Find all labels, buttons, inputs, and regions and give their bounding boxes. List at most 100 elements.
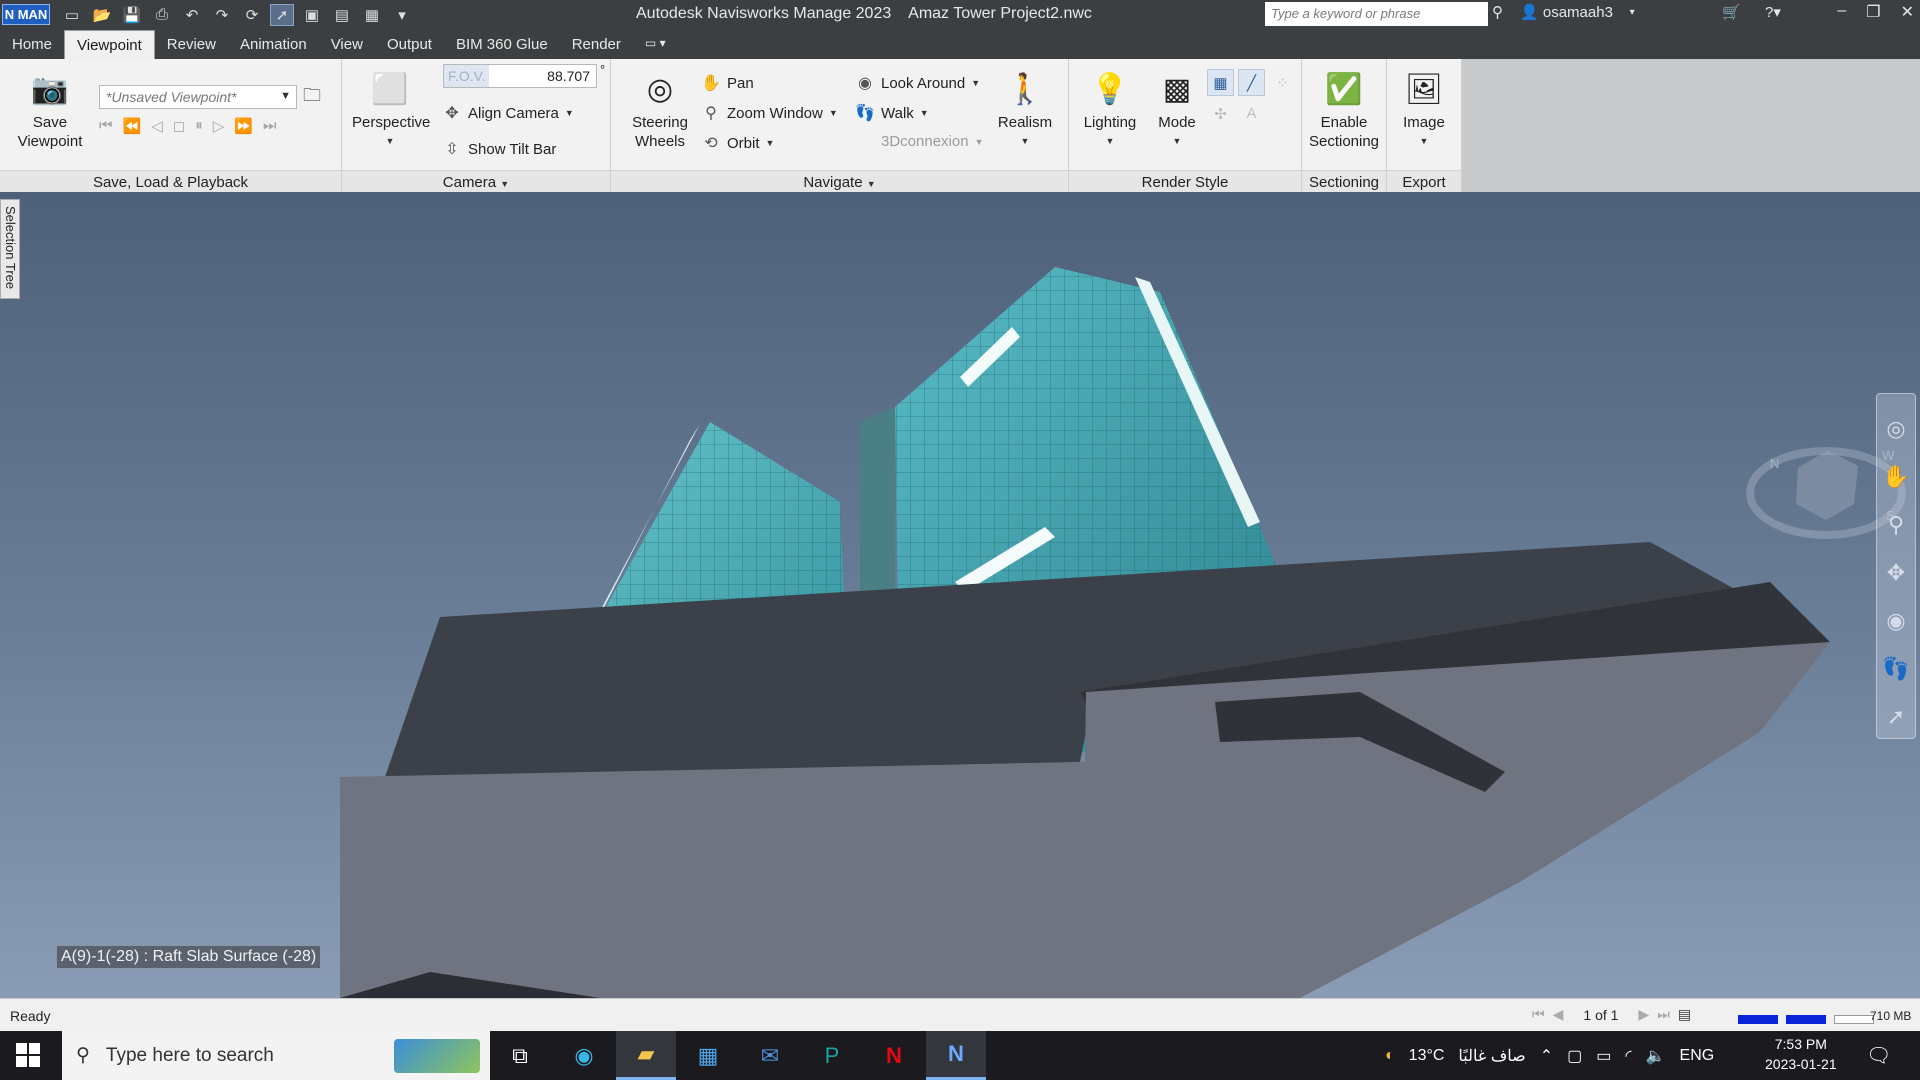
perspective-button[interactable]: ⬜ Perspective ▼ [352, 69, 430, 151]
battery-icon[interactable]: ▭ [1596, 1046, 1611, 1066]
tab-animation[interactable]: Animation [228, 30, 319, 59]
viewpoint-select[interactable]: *Unsaved Viewpoint* ▼ [99, 85, 297, 109]
walk-button[interactable]: 👣 Walk ▼ [855, 103, 929, 123]
image-export-button[interactable]: 🖼 Image ▼ [1391, 69, 1457, 151]
wifi-icon[interactable]: ◜ [1625, 1046, 1631, 1066]
search-input[interactable]: Type a keyword or phrase [1265, 2, 1488, 26]
align-camera-button[interactable]: ✥ Align Camera ▼ [442, 103, 574, 123]
steering-wheel-nav-icon[interactable]: ◎ [1886, 416, 1905, 442]
tab-viewpoint[interactable]: Viewpoint [64, 30, 155, 59]
tab-output[interactable]: Output [375, 30, 444, 59]
mode-button[interactable]: ▩ Mode ▼ [1149, 69, 1205, 151]
customize-qat-icon[interactable]: ▾ [390, 4, 414, 26]
surfaces-icon[interactable]: ▦ [1207, 69, 1234, 96]
3dconnexion-button[interactable]: 3Dconnexion ▼ [855, 133, 983, 150]
publisher-icon[interactable]: P [802, 1031, 862, 1080]
tab-render[interactable]: Render [560, 30, 633, 59]
play-icon[interactable]: ▷ [213, 117, 225, 135]
steering-wheels-button[interactable]: ◎ Steering Wheels [625, 69, 695, 151]
mail-icon[interactable]: ✉ [740, 1031, 800, 1080]
weather-temp[interactable]: 13°C [1409, 1047, 1445, 1065]
manage-viewpoints-icon[interactable]: 🗀 [303, 83, 321, 113]
walk-nav-icon[interactable]: 👣 [1882, 656, 1909, 682]
stop-icon[interactable]: ◻ [173, 117, 185, 135]
look-nav-icon[interactable]: ◉ [1886, 608, 1905, 634]
workspace-icon[interactable]: ▦ [360, 4, 384, 26]
show-tilt-bar-button[interactable]: ⇳ Show Tilt Bar [442, 139, 556, 159]
user-account[interactable]: 👤 osamaah3 ▾ [1520, 3, 1635, 22]
print-icon[interactable]: ⎙ [150, 4, 174, 26]
snap-points-icon[interactable]: ✣ [1207, 100, 1234, 127]
refresh-icon[interactable]: ⟳ [240, 4, 264, 26]
play-reverse-icon[interactable]: ◁ [151, 117, 163, 135]
redo-icon[interactable]: ↷ [210, 4, 234, 26]
edge-browser-icon[interactable]: ◉ [554, 1031, 614, 1080]
look-around-button[interactable]: ◉ Look Around ▼ [855, 73, 980, 93]
step-forward-icon[interactable]: ⏩ [234, 117, 253, 135]
undo-icon[interactable]: ↶ [180, 4, 204, 26]
save-icon[interactable]: 💾 [120, 4, 144, 26]
app-logo[interactable]: N MAN [2, 4, 50, 25]
zoom-window-button[interactable]: ⚲ Zoom Window ▼ [701, 103, 838, 123]
sheet-browser-icon[interactable]: ▤ [1678, 1006, 1691, 1023]
last-frame-icon[interactable]: ⏭ [263, 117, 277, 135]
first-sheet-icon[interactable]: ⏮ [1532, 1006, 1545, 1023]
tab-review[interactable]: Review [155, 30, 228, 59]
enable-sectioning-button[interactable]: ✅ Enable Sectioning [1306, 69, 1382, 151]
realism-button[interactable]: 🚶 Realism ▼ [995, 69, 1055, 151]
zoom-nav-icon[interactable]: ⚲ [1888, 512, 1904, 538]
ribbon-minimize-icon[interactable]: ▭ ▾ [633, 30, 678, 59]
properties-icon[interactable]: ▤ [330, 4, 354, 26]
volume-icon[interactable]: 🔈 [1646, 1046, 1666, 1066]
new-file-icon[interactable]: ▭ [60, 4, 84, 26]
task-view-icon[interactable]: ⧉ [490, 1031, 550, 1080]
text-icon[interactable]: A [1238, 100, 1265, 127]
restore-icon[interactable]: ❐ [1866, 2, 1880, 22]
show-hidden-icons-icon[interactable]: ⌃ [1540, 1046, 1553, 1066]
pan-nav-icon[interactable]: ✋ [1882, 464, 1909, 490]
pan-button[interactable]: ✋ Pan [701, 73, 754, 93]
close-icon[interactable]: ✕ [1901, 2, 1914, 22]
open-file-icon[interactable]: 📂 [90, 4, 114, 26]
windows-start-icon[interactable] [16, 1043, 40, 1067]
store-icon[interactable]: ▦ [678, 1031, 738, 1080]
taskbar-clock[interactable]: 7:53 PM 2023-01-21 [1765, 1034, 1837, 1074]
notifications-icon[interactable]: 🗨 [1866, 1043, 1891, 1068]
tab-view[interactable]: View [319, 30, 375, 59]
tab-bim360[interactable]: BIM 360 Glue [444, 30, 560, 59]
tab-home[interactable]: Home [0, 30, 64, 59]
file-options-icon[interactable]: ▣ [300, 4, 324, 26]
selection-tree-tab[interactable]: Selection Tree [0, 199, 20, 299]
minimize-icon[interactable]: – [1837, 2, 1846, 22]
taskbar-search[interactable]: ⚲ Type here to search [62, 1031, 490, 1080]
orbit-button[interactable]: ⟲ Orbit ▼ [701, 133, 774, 153]
lines-icon[interactable]: ╱ [1238, 69, 1265, 96]
3d-viewport[interactable]: N W S ◎ ✋ ⚲ ✥ ◉ 👣 ➚ [0, 192, 1920, 998]
pause-icon[interactable]: ⏸ [195, 117, 203, 135]
save-viewpoint-button[interactable]: 📷 Save Viewpoint [12, 69, 88, 151]
panel-label-save-load[interactable]: Save, Load & Playback [0, 170, 341, 192]
prev-sheet-icon[interactable]: ◀ [1553, 1006, 1564, 1023]
lighting-button[interactable]: 💡 Lighting ▼ [1077, 69, 1143, 151]
select-icon[interactable]: ➚ [270, 3, 294, 26]
netflix-icon[interactable]: N [864, 1031, 924, 1080]
select-nav-icon[interactable]: ➚ [1887, 704, 1905, 730]
points-icon[interactable]: ⁘ [1269, 69, 1296, 96]
next-sheet-icon[interactable]: ▶ [1638, 1006, 1649, 1023]
first-frame-icon[interactable]: ⏮ [99, 117, 113, 135]
last-sheet-icon[interactable]: ⏭ [1657, 1006, 1670, 1023]
panel-label-navigate[interactable]: Navigate ▼ [611, 170, 1068, 192]
help-icon[interactable]: ?▾ [1765, 3, 1781, 21]
meet-now-icon[interactable]: ▢ [1567, 1046, 1582, 1066]
weather-icon[interactable]: ◐ [1385, 1047, 1395, 1065]
panel-label-camera[interactable]: Camera ▼ [342, 170, 610, 192]
step-back-icon[interactable]: ⏪ [123, 117, 142, 135]
binoculars-icon[interactable]: ⚲ [1492, 3, 1503, 21]
language-indicator[interactable]: ENG [1680, 1047, 1715, 1065]
fov-field[interactable]: F.O.V. 88.707 [443, 64, 597, 88]
file-explorer-icon[interactable]: ▰ [616, 1031, 676, 1080]
orbit-nav-icon[interactable]: ✥ [1887, 560, 1905, 586]
weather-text[interactable]: صاف غالبًا [1458, 1046, 1525, 1066]
navisworks-taskbar-icon[interactable]: N [926, 1031, 986, 1080]
cart-icon[interactable]: 🛒 [1722, 3, 1741, 21]
